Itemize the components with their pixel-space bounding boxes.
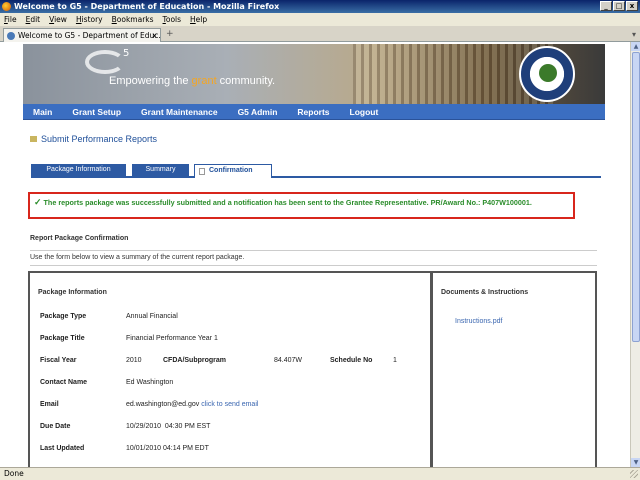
close-tab-icon[interactable]: x (152, 29, 157, 42)
contact-name-label: Contact Name (40, 379, 88, 386)
document-icon (199, 168, 205, 175)
tab-confirmation[interactable]: Confirmation (194, 164, 272, 178)
scroll-down-icon[interactable]: ▼ (631, 458, 640, 467)
success-message-text: The reports package was successfully sub… (43, 198, 532, 207)
package-type-label: Package Type (40, 313, 87, 320)
nav-g5-admin[interactable]: G5 Admin (228, 104, 288, 119)
email-row: ed.washington@ed.gov click to send email (126, 401, 258, 408)
menu-view[interactable]: View (49, 13, 67, 26)
scroll-up-icon[interactable]: ▲ (631, 42, 640, 51)
nav-grant-maintenance[interactable]: Grant Maintenance (131, 104, 228, 119)
documents-title: Documents & Instructions (441, 289, 529, 296)
email-label: Email (40, 401, 59, 408)
scrollbar-thumb[interactable] (632, 52, 640, 342)
main-nav: Main Grant Setup Grant Maintenance G5 Ad… (23, 104, 605, 120)
department-seal-icon (519, 46, 575, 102)
g5-banner: 5 Empowering the grant community. (23, 44, 605, 104)
menu-bar: File Edit View History Bookmarks Tools H… (0, 13, 640, 26)
tagline-start: Empowering the (109, 75, 192, 87)
last-updated-value: 10/01/2010 04:14 PM EDT (126, 445, 209, 452)
menu-tools[interactable]: Tools (163, 13, 181, 26)
tab-package-information[interactable]: Package Information (31, 164, 126, 176)
checkmark-icon: ✓ (34, 197, 42, 207)
schedule-value: 1 (393, 357, 397, 364)
send-email-link[interactable]: click to send email (201, 401, 258, 408)
site-favicon-icon (7, 32, 15, 40)
fiscal-year-label: Fiscal Year (40, 357, 77, 364)
package-information-panel: Package Information Package Type Annual … (28, 271, 432, 467)
divider (30, 250, 597, 251)
seal-tree-icon (539, 64, 557, 82)
divider (30, 265, 597, 266)
tagline-end: community. (216, 75, 276, 87)
close-window-button[interactable]: x (626, 1, 638, 11)
maximize-button[interactable]: □ (613, 1, 625, 11)
minimize-button[interactable]: _ (600, 1, 612, 11)
package-title-label: Package Title (40, 335, 85, 342)
documents-panel: Documents & Instructions Instructions.pd… (432, 271, 597, 467)
title-bar: Welcome to G5 - Department of Education … (0, 0, 640, 13)
resize-grip-icon[interactable] (630, 470, 638, 478)
instructions-text: Use the form below to view a summary of … (30, 254, 245, 261)
due-date-value: 10/29/2010 04:30 PM EST (126, 423, 211, 430)
report-subtabs: Package Information Summary Confirmation (31, 164, 601, 178)
menu-edit[interactable]: Edit (26, 13, 41, 26)
window-controls: _ □ x (600, 1, 638, 11)
menu-bookmarks[interactable]: Bookmarks (112, 13, 154, 26)
nav-reports[interactable]: Reports (287, 104, 339, 119)
browser-window: Welcome to G5 - Department of Education … (0, 0, 640, 480)
contact-name-value: Ed Washington (126, 379, 174, 386)
browser-tab[interactable]: Welcome to G5 - Department of Educ... x (3, 28, 161, 42)
last-updated-label: Last Updated (40, 445, 85, 452)
section-title: Report Package Confirmation (30, 235, 129, 242)
page-title: Submit Performance Reports (30, 134, 157, 144)
success-message: ✓ The reports package was successfully su… (28, 192, 575, 219)
due-date-label: Due Date (40, 423, 71, 430)
tagline-accent: grant (191, 75, 217, 87)
browser-tab-strip: Welcome to G5 - Department of Educ... x … (0, 26, 640, 42)
banner-tagline: Empowering the grant community. (109, 75, 275, 87)
nav-logout[interactable]: Logout (340, 104, 389, 119)
window-title: Welcome to G5 - Department of Education … (14, 2, 280, 11)
menu-file[interactable]: File (4, 13, 17, 26)
g5-logo-superscript: 5 (123, 48, 130, 59)
cfda-label: CFDA/Subprogram (163, 357, 226, 364)
browser-tab-label: Welcome to G5 - Department of Educ... (18, 31, 161, 40)
firefox-icon (2, 2, 11, 11)
heading-bullet-icon (30, 136, 37, 142)
new-tab-button[interactable]: + (166, 28, 174, 41)
list-all-tabs-button[interactable]: ▾ (632, 28, 636, 41)
g5-logo (85, 50, 125, 74)
tab-confirmation-label: Confirmation (209, 167, 253, 174)
menu-history[interactable]: History (76, 13, 103, 26)
email-value: ed.washington@ed.gov (126, 401, 200, 408)
page-title-text: Submit Performance Reports (41, 134, 158, 144)
status-text: Done (4, 469, 24, 478)
nav-grant-setup[interactable]: Grant Setup (62, 104, 131, 119)
package-title-value: Financial Performance Year 1 (126, 335, 218, 342)
fiscal-year-value: 2010 (126, 357, 142, 364)
status-bar: Done (0, 467, 640, 480)
package-type-value: Annual Financial (126, 313, 178, 320)
package-information-title: Package Information (38, 289, 107, 296)
vertical-scrollbar[interactable]: ▲ ▼ (630, 42, 640, 467)
tab-summary[interactable]: Summary (132, 164, 189, 176)
schedule-label: Schedule No (330, 357, 373, 364)
nav-main[interactable]: Main (23, 104, 62, 119)
instructions-pdf-link[interactable]: Instructions.pdf (455, 318, 502, 325)
menu-help[interactable]: Help (190, 13, 207, 26)
cfda-value: 84.407W (274, 357, 303, 364)
page-viewport: 5 Empowering the grant community. Main G… (0, 42, 630, 467)
